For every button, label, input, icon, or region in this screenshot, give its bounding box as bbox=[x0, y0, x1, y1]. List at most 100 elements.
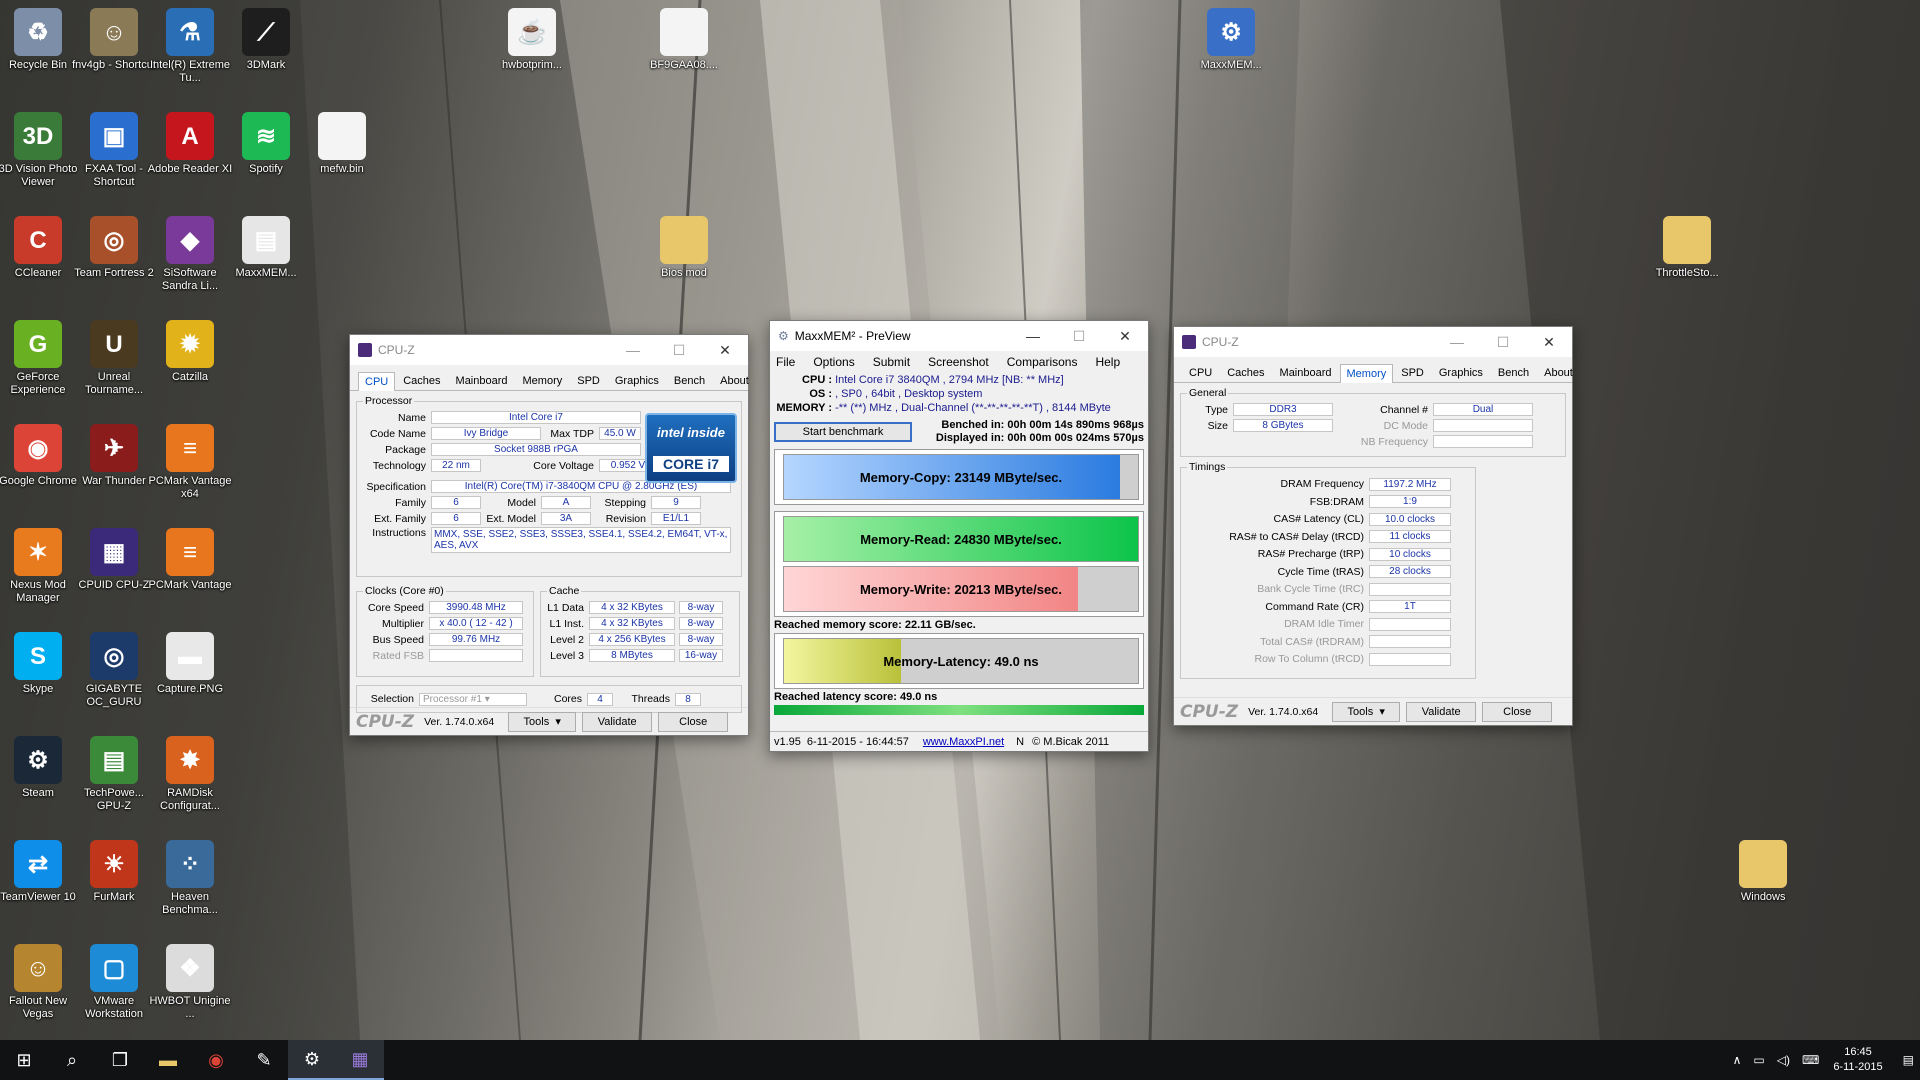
menu-comparisons[interactable]: Comparisons bbox=[1007, 355, 1078, 369]
maxxmem-window[interactable]: ⚙ MaxxMEM² - PreView — ☐ ✕ File Options Su… bbox=[769, 320, 1149, 752]
menu-file[interactable]: File bbox=[776, 355, 795, 369]
tab-about[interactable]: About bbox=[713, 371, 756, 390]
cpuz-icon[interactable]: ▦ bbox=[336, 1040, 384, 1080]
tab-caches[interactable]: Caches bbox=[396, 371, 447, 390]
validate-button[interactable]: Validate bbox=[1406, 701, 1477, 722]
processor-select[interactable]: Processor #1 ▾ bbox=[419, 692, 527, 706]
desktop-icon[interactable]: ◎ Team Fortress 2 bbox=[71, 212, 157, 280]
chrome-icon[interactable]: ◉ bbox=[192, 1040, 240, 1080]
volume-icon[interactable]: ◁) bbox=[1777, 1053, 1790, 1067]
desktop-icon[interactable]: ▢ VMware Workstation bbox=[71, 940, 157, 1021]
desktop-icon[interactable]: ▤ MaxxMEM... bbox=[223, 212, 309, 280]
tab-caches[interactable]: Caches bbox=[1220, 363, 1271, 382]
tab-mainboard[interactable]: Mainboard bbox=[449, 371, 515, 390]
tab-spd[interactable]: SPD bbox=[1394, 363, 1431, 382]
desktop-icon[interactable]: ✶ Nexus Mod Manager bbox=[0, 524, 81, 605]
desktop-icon[interactable]: ⚙ Steam bbox=[0, 732, 81, 800]
desktop-icon[interactable]: ✹ Catzilla bbox=[147, 316, 233, 384]
desktop-icon[interactable]: Bios mod bbox=[641, 212, 727, 280]
desktop-icon[interactable]: ThrottleSto... bbox=[1644, 212, 1730, 280]
tools-button[interactable]: Tools ▾ bbox=[1332, 701, 1401, 722]
desktop-icon[interactable]: ✸ RAMDisk Configurat... bbox=[147, 732, 233, 813]
desktop-icon[interactable]: A Adobe Reader XI bbox=[147, 108, 233, 176]
desktop-icon[interactable]: ⚗ Intel(R) Extreme Tu... bbox=[147, 4, 233, 85]
maximize-icon[interactable]: ☐ bbox=[656, 342, 702, 359]
desktop-icon[interactable]: ▦ CPUID CPU-Z bbox=[71, 524, 157, 592]
desktop-icon[interactable]: mefw.bin bbox=[299, 108, 385, 176]
close-button[interactable]: Close bbox=[658, 711, 729, 732]
tab-cpu[interactable]: CPU bbox=[1182, 363, 1219, 382]
desktop-icon[interactable]: ♻ Recycle Bin bbox=[0, 4, 81, 72]
keyboard-icon[interactable]: ⌨ bbox=[1802, 1053, 1819, 1067]
desktop-icon[interactable]: ⇄ TeamViewer 10 bbox=[0, 836, 81, 904]
desktop-icon[interactable]: ◎ GIGABYTE OC_GURU bbox=[71, 628, 157, 709]
desktop-icon[interactable]: ☺ fnv4gb - Shortcut bbox=[71, 4, 157, 72]
desktop-icon[interactable]: ▣ FXAA Tool - Shortcut bbox=[71, 108, 157, 189]
desktop-icon[interactable]: ≋ Spotify bbox=[223, 108, 309, 176]
task-view-icon[interactable]: ❐ bbox=[96, 1040, 144, 1080]
desktop-icon[interactable]: ☀ FurMark bbox=[71, 836, 157, 904]
clock[interactable]: 16:45 6-11-2015 bbox=[1833, 1045, 1882, 1075]
network-icon[interactable]: ▭ bbox=[1753, 1053, 1764, 1067]
desktop-icon[interactable]: ◆ SiSoftware Sandra Li... bbox=[147, 212, 233, 293]
desktop-icon[interactable]: Windows bbox=[1720, 836, 1806, 904]
menu-options[interactable]: Options bbox=[813, 355, 854, 369]
cpuz-cpu-titlebar[interactable]: CPU-Z — ☐ ✕ bbox=[350, 335, 748, 365]
desktop-icon[interactable]: ▤ TechPowe... GPU-Z bbox=[71, 732, 157, 813]
desktop-icon[interactable]: BF9GAA08.... bbox=[641, 4, 727, 72]
tab-bench[interactable]: Bench bbox=[667, 371, 712, 390]
desktop-icon[interactable]: ⁘ Heaven Benchma... bbox=[147, 836, 233, 917]
action-center-icon[interactable]: ▤ bbox=[1903, 1053, 1914, 1067]
tab-mainboard[interactable]: Mainboard bbox=[1273, 363, 1339, 382]
menu-screenshot[interactable]: Screenshot bbox=[928, 355, 989, 369]
minimize-icon[interactable]: — bbox=[1434, 334, 1480, 350]
maxxmem-icon[interactable]: ⚙ bbox=[288, 1040, 336, 1080]
tab-spd[interactable]: SPD bbox=[570, 371, 607, 390]
tab-cpu[interactable]: CPU bbox=[358, 372, 396, 391]
close-icon[interactable]: ✕ bbox=[1526, 334, 1572, 351]
tab-memory[interactable]: Memory bbox=[1339, 364, 1394, 383]
cpuz-memory-window[interactable]: CPU-Z — ☐ ✕ CPU Caches Mainboard Memory SPD G… bbox=[1173, 326, 1573, 726]
desktop-icon[interactable]: ≡ PCMark Vantage x64 bbox=[147, 420, 233, 501]
maxxpi-link[interactable]: www.MaxxPI.net bbox=[923, 736, 1004, 748]
desktop-icon[interactable]: ≡ PCMark Vantage bbox=[147, 524, 233, 592]
menu-submit[interactable]: Submit bbox=[873, 355, 910, 369]
tab-graphics[interactable]: Graphics bbox=[608, 371, 666, 390]
maxxmem-titlebar[interactable]: ⚙ MaxxMEM² - PreView — ☐ ✕ bbox=[770, 321, 1148, 351]
tab-bench[interactable]: Bench bbox=[1491, 363, 1536, 382]
file-explorer-icon[interactable]: ▬ bbox=[144, 1040, 192, 1080]
cpuz-memory-titlebar[interactable]: CPU-Z — ☐ ✕ bbox=[1174, 327, 1572, 357]
maximize-icon[interactable]: ☐ bbox=[1480, 334, 1526, 351]
paint-icon[interactable]: ✎ bbox=[240, 1040, 288, 1080]
tray-chevron-icon[interactable]: ∧ bbox=[1733, 1053, 1742, 1067]
start-benchmark-button[interactable]: Start benchmark bbox=[774, 422, 912, 442]
close-icon[interactable]: ✕ bbox=[702, 342, 748, 359]
maximize-icon[interactable]: ☐ bbox=[1056, 328, 1102, 345]
validate-button[interactable]: Validate bbox=[582, 711, 653, 732]
desktop-icon[interactable]: ▬ Capture.PNG bbox=[147, 628, 233, 696]
tab-memory[interactable]: Memory bbox=[516, 371, 570, 390]
desktop-icon[interactable]: ❖ HWBOT Unigine ... bbox=[147, 940, 233, 1021]
tab-graphics[interactable]: Graphics bbox=[1432, 363, 1490, 382]
desktop-icon[interactable]: ◉ Google Chrome bbox=[0, 420, 81, 488]
minimize-icon[interactable]: — bbox=[1010, 328, 1056, 344]
desktop-icon[interactable]: ☺ Fallout New Vegas bbox=[0, 940, 81, 1021]
desktop-icon[interactable]: ✈ War Thunder bbox=[71, 420, 157, 488]
desktop-icon[interactable]: S Skype bbox=[0, 628, 81, 696]
desktop-icon[interactable]: C CCleaner bbox=[0, 212, 81, 280]
tab-about[interactable]: About bbox=[1537, 363, 1580, 382]
menu-help[interactable]: Help bbox=[1095, 355, 1120, 369]
desktop-icon[interactable]: ☕ hwbotprim... bbox=[489, 4, 575, 72]
minimize-icon[interactable]: — bbox=[610, 342, 656, 358]
desktop-icon[interactable]: U Unreal Tourname... bbox=[71, 316, 157, 397]
desktop-icon[interactable]: G GeForce Experience bbox=[0, 316, 81, 397]
close-button[interactable]: Close bbox=[1482, 701, 1553, 722]
desktop-icon[interactable]: ⚙ MaxxMEM... bbox=[1188, 4, 1274, 72]
desktop-icon[interactable]: ⟋ 3DMark bbox=[223, 4, 309, 72]
tools-button[interactable]: Tools ▾ bbox=[508, 711, 577, 732]
start-icon[interactable]: ⊞ bbox=[0, 1040, 48, 1080]
cpuz-cpu-window[interactable]: CPU-Z — ☐ ✕ CPU Caches Mainboard Memory SPD G… bbox=[349, 334, 749, 736]
close-icon[interactable]: ✕ bbox=[1102, 328, 1148, 345]
desktop-icon[interactable]: 3D 3D Vision Photo Viewer bbox=[0, 108, 81, 189]
search-icon[interactable]: ⌕ bbox=[48, 1040, 96, 1080]
